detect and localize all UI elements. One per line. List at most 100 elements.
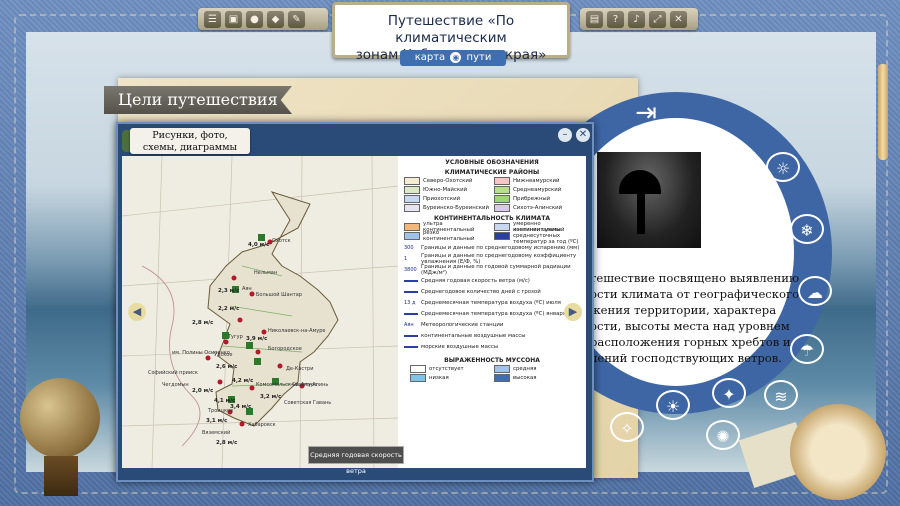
weather-sign-icon[interactable]: ☼ <box>766 152 800 182</box>
minimize-icon[interactable]: – <box>558 128 572 142</box>
contents-icon[interactable]: ☰ <box>204 10 221 28</box>
user-icon[interactable]: ● <box>246 10 263 28</box>
screen-icon[interactable]: ▣ <box>225 10 242 28</box>
legend-row: 300 Границы и данные по среднегодовому ис… <box>404 242 580 253</box>
weather-sign-icon[interactable]: ☁ <box>798 276 832 306</box>
legend-row: Южно-Майский <box>404 185 490 194</box>
legend-row: морские воздушные массы <box>404 341 580 352</box>
globe-icon <box>20 378 100 458</box>
group-icon[interactable]: ◆ <box>267 10 284 28</box>
legend-label: Буреинско-Буреинский <box>423 204 489 211</box>
legend-row: Буреинско-Буреинский <box>404 203 490 212</box>
legend-row: континентальные воздушные массы <box>404 330 580 341</box>
legend-swatch <box>494 364 510 373</box>
compass-icon <box>790 404 886 500</box>
weather-sign-icon[interactable]: ❄ <box>790 214 824 244</box>
legend-label: Среднемесячная температура воздуха (ºС) … <box>421 310 567 317</box>
prev-arrow-icon[interactable]: ◀ <box>128 303 146 321</box>
legend-swatch <box>494 203 510 212</box>
print-icon[interactable]: ▤ <box>586 10 603 28</box>
city-label: Вяземский <box>202 430 231 436</box>
city-label: Советская Гавань <box>284 400 332 406</box>
legend-label: Приохотский <box>423 195 461 202</box>
legend-swatch: 13 д <box>404 299 416 306</box>
legend-label: Нижнеамурский <box>513 177 560 184</box>
wind-value: 4,2 м/с <box>232 378 254 384</box>
wind-value: 3,4 м/с <box>230 404 252 410</box>
legend-label: средняя <box>513 365 537 372</box>
left-toolbar: ☰ ▣ ● ◆ ✎ <box>198 8 328 30</box>
description-line: ости климата от географического <box>590 287 800 301</box>
goals-heading: Цели путешествия <box>104 86 292 114</box>
close-icon[interactable]: ✕ <box>576 128 590 142</box>
legend-row: Среднеамурский <box>494 185 580 194</box>
legend-label: Средняя годовая скорость ветра (м/с) <box>421 277 530 284</box>
wind-value: 4,1 м/с <box>214 398 236 404</box>
legend-swatch <box>410 373 426 382</box>
exit-icon[interactable]: ⇥ <box>628 96 664 130</box>
legend-swatch <box>494 176 510 185</box>
legend-row: Среднемесячная температура воздуха (ºС) … <box>404 308 580 319</box>
legend-swatch <box>404 334 418 337</box>
wind-value: 3,2 м/с <box>260 394 282 400</box>
legend-label: Среднемесячная температура воздуха (ºС) … <box>421 299 561 306</box>
legend-swatch: 3800 <box>404 266 417 273</box>
legend-swatch <box>404 194 420 203</box>
wind-value: 3,1 м/с <box>206 418 228 424</box>
city-label: Удское <box>214 352 233 358</box>
map-legend: УСЛОВНЫЕ ОБОЗНАЧЕНИЯ КЛИМАТИЧЕСКИЕ РАЙОН… <box>400 156 584 468</box>
legend-label: морские воздушные массы <box>421 343 499 350</box>
legend-title: УСЛОВНЫЕ ОБОЗНАЧЕНИЯ <box>445 159 539 166</box>
legend-swatch <box>404 185 420 194</box>
city-label: Аян <box>242 286 252 292</box>
legend-swatch: 1 <box>404 255 408 262</box>
legend-swatch <box>494 231 510 240</box>
legend-label: Среднеамурский <box>513 186 562 193</box>
legend-swatch <box>404 345 418 348</box>
legend-items: 300 Границы и данные по среднегодовому ис… <box>400 240 584 354</box>
thermometer-icon <box>878 64 888 160</box>
city-label: Софийский прииск <box>148 370 198 376</box>
map-area: Охотск Аян Большой Шантар Николаевск-на-… <box>122 156 398 468</box>
description-line: тешествие посвящено выявлению <box>590 271 800 285</box>
help-icon[interactable]: ? <box>607 10 624 28</box>
climate-regions-title: КЛИМАТИЧЕСКИЕ РАЙОНЫ <box>444 169 540 176</box>
legend-label: Границы и данные по годовой суммарной ра… <box>421 263 571 276</box>
map-tab-left: карта <box>414 52 446 63</box>
rain-photo <box>597 152 701 248</box>
weather-sign-icon[interactable]: ✧ <box>610 412 644 442</box>
legend-label: Метеорологические станции <box>421 321 504 328</box>
close-icon[interactable]: ✕ <box>670 10 687 28</box>
city-label: Хабаровск <box>248 422 276 428</box>
umbrella-shape <box>619 170 661 194</box>
legend-row: 3800 Границы и данные по годовой суммарно… <box>404 263 580 276</box>
legend-swatch <box>404 222 420 231</box>
weather-sign-icon[interactable]: ☀ <box>656 390 690 420</box>
legend-swatch <box>404 279 418 282</box>
legend-swatch <box>404 290 418 293</box>
weather-sign-icon[interactable]: ≋ <box>764 380 798 410</box>
weather-sign-icon[interactable]: ✺ <box>706 420 740 450</box>
climate-regions-list: Северо-Охотский Нижнеамурский Южно-Майский… <box>400 176 584 212</box>
description-line: ости, высоты места над уровнем <box>590 319 790 333</box>
route-map-button[interactable]: карта ◉ пути <box>400 50 506 66</box>
city-label: Богородское <box>268 346 302 352</box>
wind-value: 4,0 м/с <box>248 242 270 248</box>
weather-sign-icon[interactable]: ✦ <box>712 378 746 408</box>
legend-swatch <box>494 222 510 231</box>
legend-label: отсутствует <box>429 365 464 372</box>
fullscreen-icon[interactable]: ⤢ <box>649 10 666 28</box>
weather-sign-icon[interactable]: ☂ <box>790 334 824 364</box>
legend-row: Приохотский <box>404 194 490 203</box>
pencil-icon[interactable]: ✎ <box>288 10 305 28</box>
wind-value: 2,6 м/с <box>216 364 238 370</box>
next-arrow-icon[interactable]: ▶ <box>564 303 582 321</box>
volume-icon[interactable]: ♪ <box>628 10 645 28</box>
city-label: Сихотэ-Алинь <box>292 382 329 388</box>
legend-row: средняя <box>494 364 574 373</box>
legend-row: 1 Границы и данные по среднегодовому коэф… <box>404 253 580 265</box>
legend-row: резко континентальный <box>404 230 490 242</box>
legend-row: низкая <box>410 373 490 382</box>
wind-value: 2,8 м/с <box>192 320 214 326</box>
legend-row: Аян Метеорологические станции <box>404 319 580 330</box>
